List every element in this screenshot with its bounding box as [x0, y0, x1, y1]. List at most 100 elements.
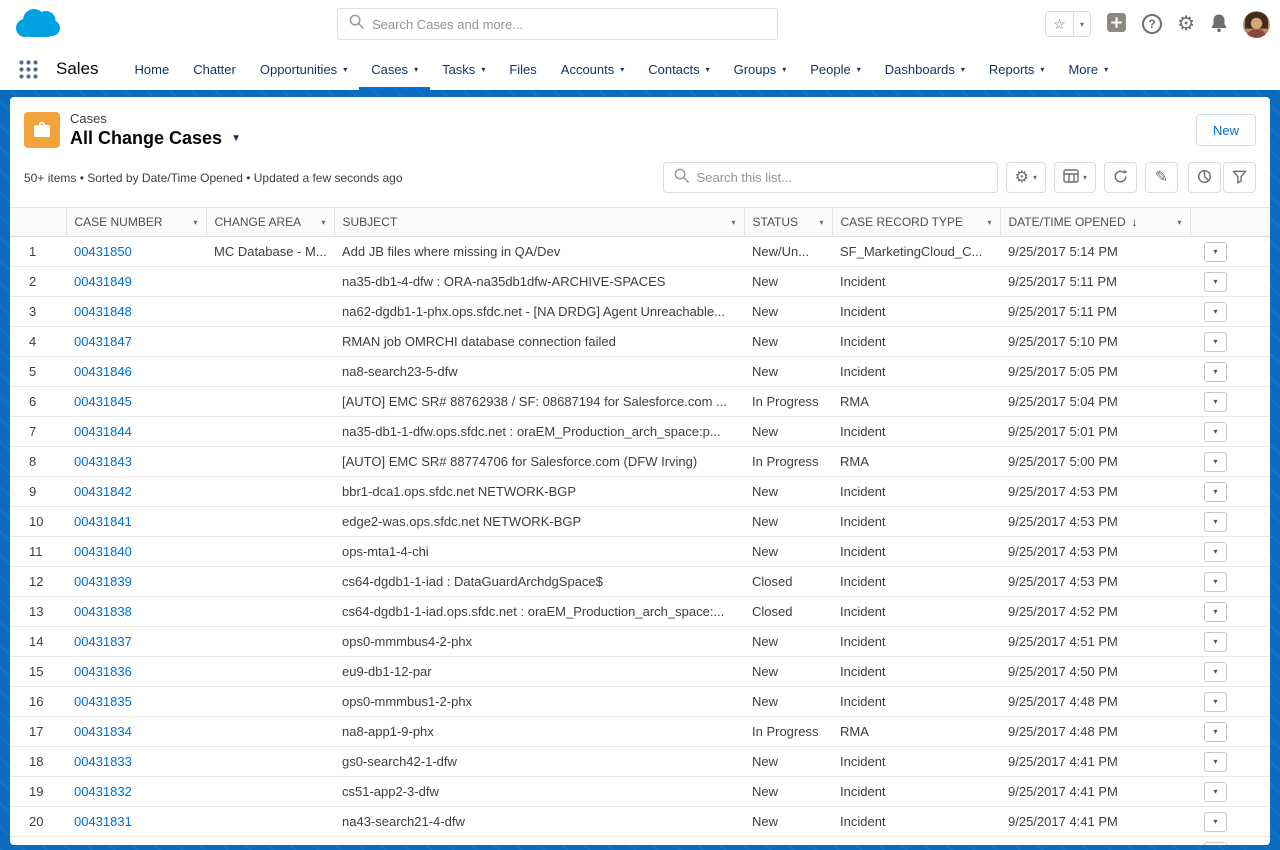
setup-button[interactable]: ⚙	[1177, 14, 1195, 34]
list-view-selector[interactable]: All Change Cases ▼	[70, 128, 241, 149]
filters-button[interactable]	[1223, 162, 1256, 193]
table-row: 14 00431837 ops0-mmmbus4-2-phx New Incid…	[10, 627, 1270, 657]
row-actions-button[interactable]: ▾	[1204, 632, 1227, 652]
row-number-cell: 11	[10, 537, 66, 567]
change-area-cell	[206, 387, 334, 417]
row-actions-button[interactable]: ▾	[1204, 572, 1227, 592]
case-number-link[interactable]: 00431840	[74, 544, 132, 559]
list-search-input[interactable]	[697, 170, 987, 185]
case-number-link[interactable]: 00431849	[74, 274, 132, 289]
date-opened-cell: 9/25/2017 5:04 PM	[1000, 387, 1190, 417]
chevron-down-icon: ▾	[1213, 247, 1217, 256]
favorites-menu-button[interactable]: ▾	[1073, 12, 1090, 36]
case-number-link[interactable]: 00431847	[74, 334, 132, 349]
chevron-down-icon: ▾	[1213, 397, 1217, 406]
case-number-link[interactable]: 00431839	[74, 574, 132, 589]
row-actions-button[interactable]: ▾	[1204, 482, 1227, 502]
column-label: SUBJECT	[343, 215, 398, 229]
row-actions-button[interactable]: ▾	[1204, 842, 1227, 846]
help-button[interactable]: ?	[1142, 14, 1162, 34]
column-header-change-area[interactable]: CHANGE AREA▾	[206, 208, 334, 237]
nav-item-dashboards[interactable]: Dashboards ▾	[873, 48, 977, 90]
case-number-link[interactable]: 00431843	[74, 454, 132, 469]
nav-item-cases[interactable]: Cases ▾	[359, 48, 430, 90]
row-actions-button[interactable]: ▾	[1204, 692, 1227, 712]
row-actions-button[interactable]: ▾	[1204, 362, 1227, 382]
case-number-link[interactable]: 00431834	[74, 724, 132, 739]
row-actions-button[interactable]: ▾	[1204, 422, 1227, 442]
global-actions-button[interactable]	[1106, 12, 1127, 36]
row-actions-button[interactable]: ▾	[1204, 602, 1227, 622]
column-header-date-time-opened[interactable]: DATE/TIME OPENED↓▾	[1000, 208, 1190, 237]
nav-item-people[interactable]: People ▾	[798, 48, 873, 90]
chevron-down-icon: ▾	[1213, 457, 1217, 466]
row-actions-button[interactable]: ▾	[1204, 512, 1227, 532]
case-number-link[interactable]: 00431850	[74, 244, 132, 259]
inline-edit-button[interactable]: ✎	[1145, 162, 1178, 193]
case-number-link[interactable]: 00431841	[74, 514, 132, 529]
row-actions-button[interactable]: ▾	[1204, 812, 1227, 832]
row-actions-button[interactable]: ▾	[1204, 542, 1227, 562]
row-actions-button[interactable]: ▾	[1204, 722, 1227, 742]
nav-item-more[interactable]: More ▾	[1056, 48, 1120, 90]
list-view-settings-button[interactable]: ⚙ ▾	[1006, 162, 1046, 193]
case-number-link[interactable]: 00431837	[74, 634, 132, 649]
nav-item-contacts[interactable]: Contacts ▾	[636, 48, 721, 90]
row-action-cell: ▾	[1190, 627, 1270, 657]
case-number-link[interactable]: 00431832	[74, 784, 132, 799]
case-number-link[interactable]: 00431848	[74, 304, 132, 319]
new-button[interactable]: New	[1196, 114, 1256, 146]
row-actions-button[interactable]: ▾	[1204, 302, 1227, 322]
nav-item-reports[interactable]: Reports ▾	[977, 48, 1057, 90]
column-header-case-record-type[interactable]: CASE RECORD TYPE▾	[832, 208, 1000, 237]
change-area-cell	[206, 477, 334, 507]
case-number-link[interactable]: 00431846	[74, 364, 132, 379]
row-action-cell: ▾	[1190, 417, 1270, 447]
nav-item-chatter[interactable]: Chatter	[181, 48, 248, 90]
display-as-button[interactable]: ▾	[1054, 162, 1096, 193]
global-search-input[interactable]	[372, 17, 766, 32]
nav-item-label: Cases	[371, 62, 408, 77]
user-avatar[interactable]	[1243, 11, 1270, 38]
row-actions-button[interactable]: ▾	[1204, 452, 1227, 472]
case-number-link[interactable]: 00431836	[74, 664, 132, 679]
column-header-case-number[interactable]: CASE NUMBER▾	[66, 208, 206, 237]
change-area-cell	[206, 597, 334, 627]
case-number-link[interactable]: 00431830	[74, 844, 132, 845]
nav-item-opportunities[interactable]: Opportunities ▾	[248, 48, 359, 90]
app-launcher-icon[interactable]	[18, 48, 39, 90]
case-number-link[interactable]: 00431842	[74, 484, 132, 499]
case-number-link[interactable]: 00431845	[74, 394, 132, 409]
chevron-down-icon: ▾	[1213, 607, 1217, 616]
case-number-link[interactable]: 00431833	[74, 754, 132, 769]
column-header-subject[interactable]: SUBJECT▾	[334, 208, 744, 237]
column-header-status[interactable]: STATUS▾	[744, 208, 832, 237]
record-type-cell: Incident	[832, 507, 1000, 537]
nav-item-groups[interactable]: Groups ▾	[722, 48, 799, 90]
nav-item-home[interactable]: Home	[123, 48, 182, 90]
row-actions-button[interactable]: ▾	[1204, 782, 1227, 802]
refresh-button[interactable]	[1104, 162, 1137, 193]
case-number-link[interactable]: 00431831	[74, 814, 132, 829]
subject-cell: ops0-mmmbus4-2-phx	[334, 627, 744, 657]
status-cell: New	[744, 537, 832, 567]
record-type-cell: Incident	[832, 687, 1000, 717]
row-actions-button[interactable]: ▾	[1204, 392, 1227, 412]
row-actions-button[interactable]: ▾	[1204, 752, 1227, 772]
row-actions-button[interactable]: ▾	[1204, 272, 1227, 292]
notifications-button[interactable]	[1210, 13, 1228, 36]
subject-cell: cs60-db1-1-iad : change of l...	[334, 837, 744, 846]
nav-item-accounts[interactable]: Accounts ▾	[549, 48, 637, 90]
favorites-button[interactable]: ☆	[1046, 12, 1073, 36]
row-actions-button[interactable]: ▾	[1204, 332, 1227, 352]
row-actions-button[interactable]: ▾	[1204, 662, 1227, 682]
nav-item-tasks[interactable]: Tasks ▾	[430, 48, 497, 90]
charts-button[interactable]	[1188, 162, 1221, 193]
case-number-link[interactable]: 00431844	[74, 424, 132, 439]
row-number-cell: 2	[10, 267, 66, 297]
change-area-cell	[206, 717, 334, 747]
case-number-link[interactable]: 00431835	[74, 694, 132, 709]
row-actions-button[interactable]: ▾	[1204, 242, 1227, 262]
case-number-link[interactable]: 00431838	[74, 604, 132, 619]
nav-item-files[interactable]: Files	[497, 48, 548, 90]
